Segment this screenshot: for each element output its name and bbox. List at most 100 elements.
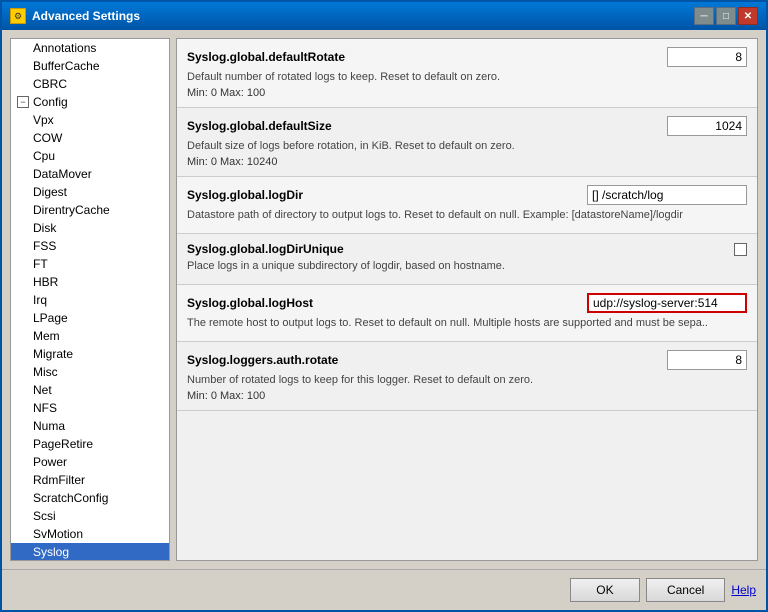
setting-desc-defaultSize: Default size of logs before rotation, in… bbox=[187, 140, 747, 152]
sidebar-item-rdmfilter[interactable]: RdmFilter bbox=[11, 471, 169, 489]
sidebar-label-hbr: HBR bbox=[33, 275, 58, 289]
sidebar-label-config: Config bbox=[33, 95, 68, 109]
setting-header-logDirUnique: Syslog.global.logDirUnique bbox=[187, 242, 747, 256]
sidebar-label-numa: Numa bbox=[33, 419, 65, 433]
sidebar-label-rdmfilter: RdmFilter bbox=[33, 473, 85, 487]
setting-minmax-authRotate: Min: 0 Max: 100 bbox=[187, 390, 747, 402]
setting-value-logDir[interactable]: [] /scratch/log bbox=[587, 185, 747, 205]
setting-block-defaultRotate: Syslog.global.defaultRotate8Default numb… bbox=[177, 39, 757, 108]
setting-header-authRotate: Syslog.loggers.auth.rotate 8 bbox=[187, 350, 747, 370]
sidebar-label-ft: FT bbox=[33, 257, 48, 271]
checkbox-logDirUnique[interactable] bbox=[734, 243, 747, 256]
setting-value-defaultSize[interactable]: 1024 bbox=[667, 116, 747, 136]
sidebar-label-svmotion: SvMotion bbox=[33, 527, 83, 541]
setting-value-authRotate[interactable]: 8 bbox=[667, 350, 747, 370]
sidebar: AnnotationsBufferCacheCBRC−ConfigVpxCOWC… bbox=[10, 38, 170, 561]
window-icon: ⚙ bbox=[10, 8, 26, 24]
sidebar-label-pageretire: PageRetire bbox=[33, 437, 93, 451]
sidebar-item-power[interactable]: Power bbox=[11, 453, 169, 471]
sidebar-item-digest[interactable]: Digest bbox=[11, 183, 169, 201]
sidebar-label-lpage: LPage bbox=[33, 311, 68, 325]
setting-minmax-defaultSize: Min: 0 Max: 10240 bbox=[187, 156, 747, 168]
sidebar-item-svmotion[interactable]: SvMotion bbox=[11, 525, 169, 543]
sidebar-item-irq[interactable]: Irq bbox=[11, 291, 169, 309]
minimize-button[interactable]: ─ bbox=[694, 7, 714, 25]
sidebar-label-net: Net bbox=[33, 383, 52, 397]
checkbox-area-logDirUnique bbox=[734, 243, 747, 256]
main-panel: Syslog.global.defaultRotate8Default numb… bbox=[176, 38, 758, 561]
setting-block-logDir: Syslog.global.logDir [] /scratch/log Datas… bbox=[177, 177, 757, 234]
sidebar-label-disk: Disk bbox=[33, 221, 56, 235]
setting-block-defaultSize: Syslog.global.defaultSize 1024 Default siz… bbox=[177, 108, 757, 177]
bottom-bar: OK Cancel Help bbox=[2, 569, 766, 610]
sidebar-label-syslog: Syslog bbox=[33, 545, 69, 559]
sidebar-item-pageretire[interactable]: PageRetire bbox=[11, 435, 169, 453]
sidebar-label-vpx: Vpx bbox=[33, 113, 54, 127]
sidebar-item-ft[interactable]: FT bbox=[11, 255, 169, 273]
setting-header-logDir: Syslog.global.logDir [] /scratch/log bbox=[187, 185, 747, 205]
setting-key-authRotate: Syslog.loggers.auth.rotate bbox=[187, 353, 338, 367]
sidebar-item-fss[interactable]: FSS bbox=[11, 237, 169, 255]
setting-value-defaultRotate[interactable]: 8 bbox=[667, 47, 747, 67]
close-button[interactable]: ✕ bbox=[738, 7, 758, 25]
sidebar-label-scsi: Scsi bbox=[33, 509, 56, 523]
sidebar-label-cow: COW bbox=[33, 131, 62, 145]
setting-key-logDir: Syslog.global.logDir bbox=[187, 188, 303, 202]
sidebar-item-misc[interactable]: Misc bbox=[11, 363, 169, 381]
setting-desc-logDirUnique: Place logs in a unique subdirectory of l… bbox=[187, 260, 747, 272]
advanced-settings-window: ⚙ Advanced Settings ─ □ ✕ Annotations Buf… bbox=[0, 0, 768, 612]
setting-header-defaultSize: Syslog.global.defaultSize 1024 bbox=[187, 116, 747, 136]
setting-desc-logDir: Datastore path of directory to output lo… bbox=[187, 209, 747, 221]
sidebar-label-fss: FSS bbox=[33, 239, 56, 253]
maximize-button[interactable]: □ bbox=[716, 7, 736, 25]
setting-block-authRotate: Syslog.loggers.auth.rotate 8 Number of rot… bbox=[177, 342, 757, 411]
sidebar-item-migrate[interactable]: Migrate bbox=[11, 345, 169, 363]
title-controls: ─ □ ✕ bbox=[694, 7, 758, 25]
sidebar-item-disk[interactable]: Disk bbox=[11, 219, 169, 237]
sidebar-item-hbr[interactable]: HBR bbox=[11, 273, 169, 291]
sidebar-item-lpage[interactable]: LPage bbox=[11, 309, 169, 327]
sidebar-item-annotations[interactable]: Annotations bbox=[11, 39, 169, 57]
sidebar-item-buffercache[interactable]: BufferCache bbox=[11, 57, 169, 75]
setting-desc-authRotate: Number of rotated logs to keep for this … bbox=[187, 374, 747, 386]
sidebar-label-mem: Mem bbox=[33, 329, 60, 343]
sidebar-label-power: Power bbox=[33, 455, 67, 469]
setting-header-logHost: Syslog.global.logHostudp://syslog-server… bbox=[187, 293, 747, 313]
settings-scroll[interactable]: Syslog.global.defaultRotate8Default numb… bbox=[177, 39, 757, 560]
sidebar-item-nfs[interactable]: NFS bbox=[11, 399, 169, 417]
sidebar-item-numa[interactable]: Numa bbox=[11, 417, 169, 435]
sidebar-item-mem[interactable]: Mem bbox=[11, 327, 169, 345]
setting-key-defaultRotate: Syslog.global.defaultRotate bbox=[187, 50, 345, 64]
ok-button[interactable]: OK bbox=[570, 578, 640, 602]
sidebar-item-cpu[interactable]: Cpu bbox=[11, 147, 169, 165]
setting-block-logDirUnique: Syslog.global.logDirUnique Place logs in … bbox=[177, 234, 757, 285]
window-title: Advanced Settings bbox=[32, 9, 140, 23]
sidebar-item-direntrycache[interactable]: DirentryCache bbox=[11, 201, 169, 219]
setting-block-logHost: Syslog.global.logHostudp://syslog-server… bbox=[177, 285, 757, 342]
setting-key-logDirUnique: Syslog.global.logDirUnique bbox=[187, 242, 344, 256]
help-button[interactable]: Help bbox=[731, 583, 756, 597]
sidebar-item-config[interactable]: −Config bbox=[11, 93, 169, 111]
sidebar-item-net[interactable]: Net bbox=[11, 381, 169, 399]
sidebar-label-annotations: Annotations bbox=[33, 41, 96, 55]
cancel-button[interactable]: Cancel bbox=[646, 578, 725, 602]
sidebar-label-nfs: NFS bbox=[33, 401, 57, 415]
setting-key-defaultSize: Syslog.global.defaultSize bbox=[187, 119, 332, 133]
sidebar-label-digest: Digest bbox=[33, 185, 67, 199]
title-bar: ⚙ Advanced Settings ─ □ ✕ bbox=[2, 2, 766, 30]
sidebar-item-vpx[interactable]: Vpx bbox=[11, 111, 169, 129]
sidebar-item-cbrc[interactable]: CBRC bbox=[11, 75, 169, 93]
sidebar-item-datamover[interactable]: DataMover bbox=[11, 165, 169, 183]
sidebar-item-scratchconfig[interactable]: ScratchConfig bbox=[11, 489, 169, 507]
sidebar-item-cow[interactable]: COW bbox=[11, 129, 169, 147]
sidebar-label-datamover: DataMover bbox=[33, 167, 92, 181]
sidebar-label-irq: Irq bbox=[33, 293, 47, 307]
sidebar-label-direntrycache: DirentryCache bbox=[33, 203, 110, 217]
setting-header-defaultRotate: Syslog.global.defaultRotate 8 bbox=[187, 47, 747, 67]
sidebar-label-misc: Misc bbox=[33, 365, 58, 379]
sidebar-item-scsi[interactable]: Scsi bbox=[11, 507, 169, 525]
setting-value-logHost[interactable]: udp://syslog-server:514 bbox=[587, 293, 747, 313]
expand-icon-config[interactable]: − bbox=[17, 96, 29, 108]
content-area: AnnotationsBufferCacheCBRC−ConfigVpxCOWC… bbox=[2, 30, 766, 569]
sidebar-item-syslog[interactable]: Syslog bbox=[11, 543, 169, 561]
